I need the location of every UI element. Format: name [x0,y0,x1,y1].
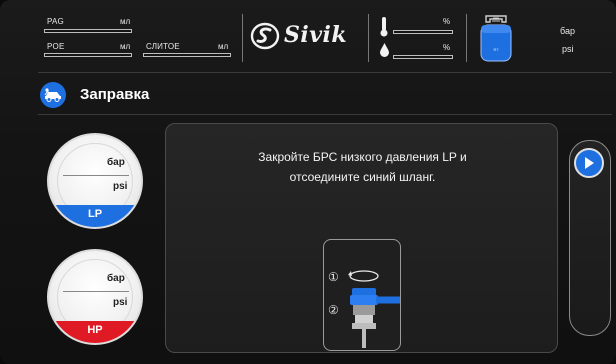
app-screen: PAG мл POE мл СЛИТОЕ мл Sivik % % R7 бар… [0,0,616,364]
instruction-line-2: отсоедините синий шланг. [289,170,436,184]
weight-bar [393,55,453,59]
brand-logo: Sivik [250,20,360,52]
thermometer-icon [380,17,388,37]
hp-unit-psi: psi [113,297,128,308]
play-arrow-icon [585,157,594,169]
fluid-bar-waste [143,53,231,57]
sivik-logo-icon [250,22,280,50]
header-divider [466,14,467,62]
lp-unit-psi: psi [113,181,128,192]
next-button[interactable] [574,148,604,178]
svg-text:R7: R7 [493,47,499,52]
level-bar [393,30,453,34]
fluid-bar-pag [44,29,132,33]
header-divider [242,14,243,62]
fluid-label-poe: POE [47,42,65,51]
page-title: Заправка [80,86,150,103]
hp-unit-bar: бар [107,273,125,284]
lp-pressure-gauge[interactable]: бар psi LP [47,133,143,229]
coupler-illustration: ① ② [323,239,401,351]
fluid-label-pag: PAG [47,17,64,26]
gauge-divider [63,175,129,176]
instruction-panel: Закройте БРС низкого давления LP и отсое… [165,123,558,353]
lp-label: LP [87,208,103,220]
header-divider [368,14,369,62]
title-separator [38,114,612,115]
oil-drop-icon [380,43,389,57]
coupler-drawing-icon [348,270,400,348]
tank-pressure-unit-bar: бар [560,26,575,36]
status-header: PAG мл POE мл СЛИТОЕ мл Sivik % % R7 бар… [0,0,616,72]
fluid-unit-pag: мл [120,17,131,26]
car-service-icon [40,82,66,108]
fluid-unit-waste: мл [218,42,229,51]
lp-unit-bar: бар [107,157,125,168]
refrigerant-tank-icon: R7 [480,15,512,62]
instruction-line-1: Закройте БРС низкого давления LP и [258,150,467,164]
step-2-marker: ② [328,303,339,317]
lp-label-band: LP [49,205,141,227]
weight-percent-unit: % [443,43,451,52]
hp-pressure-gauge[interactable]: бар psi HP [47,249,143,345]
instruction-text: Закройте БРС низкого давления LP и отсое… [186,147,539,187]
hp-label: HP [87,324,103,336]
hp-label-band: HP [49,321,141,343]
step-1-marker: ① [328,270,339,284]
fluid-label-waste: СЛИТОЕ [146,42,180,51]
gauge-divider [63,291,129,292]
brand-name: Sivik [284,22,348,48]
tank-pressure-unit-psi: psi [562,44,574,54]
header-separator [38,72,612,73]
fluid-unit-poe: мл [120,42,131,51]
fluid-bar-poe [44,53,132,57]
level-percent-unit: % [443,17,451,26]
